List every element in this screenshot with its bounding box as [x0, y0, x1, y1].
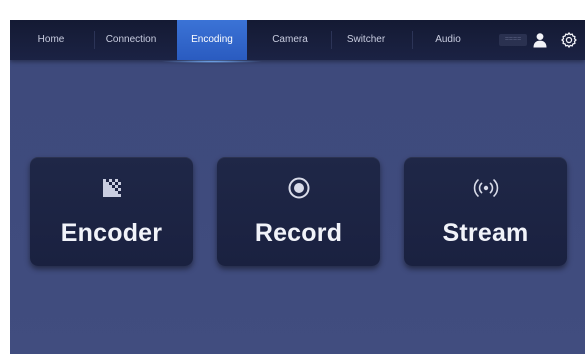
tab-switcher[interactable]: Switcher: [338, 20, 394, 60]
encoder-mosaic-icon: [30, 177, 193, 199]
record-button[interactable]: Record: [217, 157, 380, 266]
tab-audio[interactable]: Audio: [420, 20, 476, 60]
gear-icon[interactable]: [559, 29, 579, 51]
broadcast-icon: [404, 177, 567, 199]
tab-home[interactable]: Home: [28, 20, 74, 60]
nav-divider: [94, 31, 95, 49]
nav-divider: [331, 31, 332, 49]
top-navigation-bar: Home Connection Encoding Camera Switcher…: [10, 20, 585, 63]
stream-label: Stream: [442, 219, 529, 247]
nav-divider: [412, 31, 413, 49]
status-indicator: ====: [499, 34, 527, 46]
tab-encoding[interactable]: Encoding: [161, 20, 263, 63]
user-icon[interactable]: [530, 29, 550, 51]
tab-camera[interactable]: Camera: [261, 20, 319, 60]
encoder-button[interactable]: Encoder: [30, 157, 193, 266]
tab-connection[interactable]: Connection: [98, 20, 164, 60]
record-circle-icon: [217, 177, 380, 199]
record-label: Record: [254, 219, 343, 247]
encoding-screen: Home Connection Encoding Camera Switcher…: [10, 20, 585, 354]
stream-button[interactable]: Stream: [404, 157, 567, 266]
encoder-label: Encoder: [60, 219, 163, 247]
